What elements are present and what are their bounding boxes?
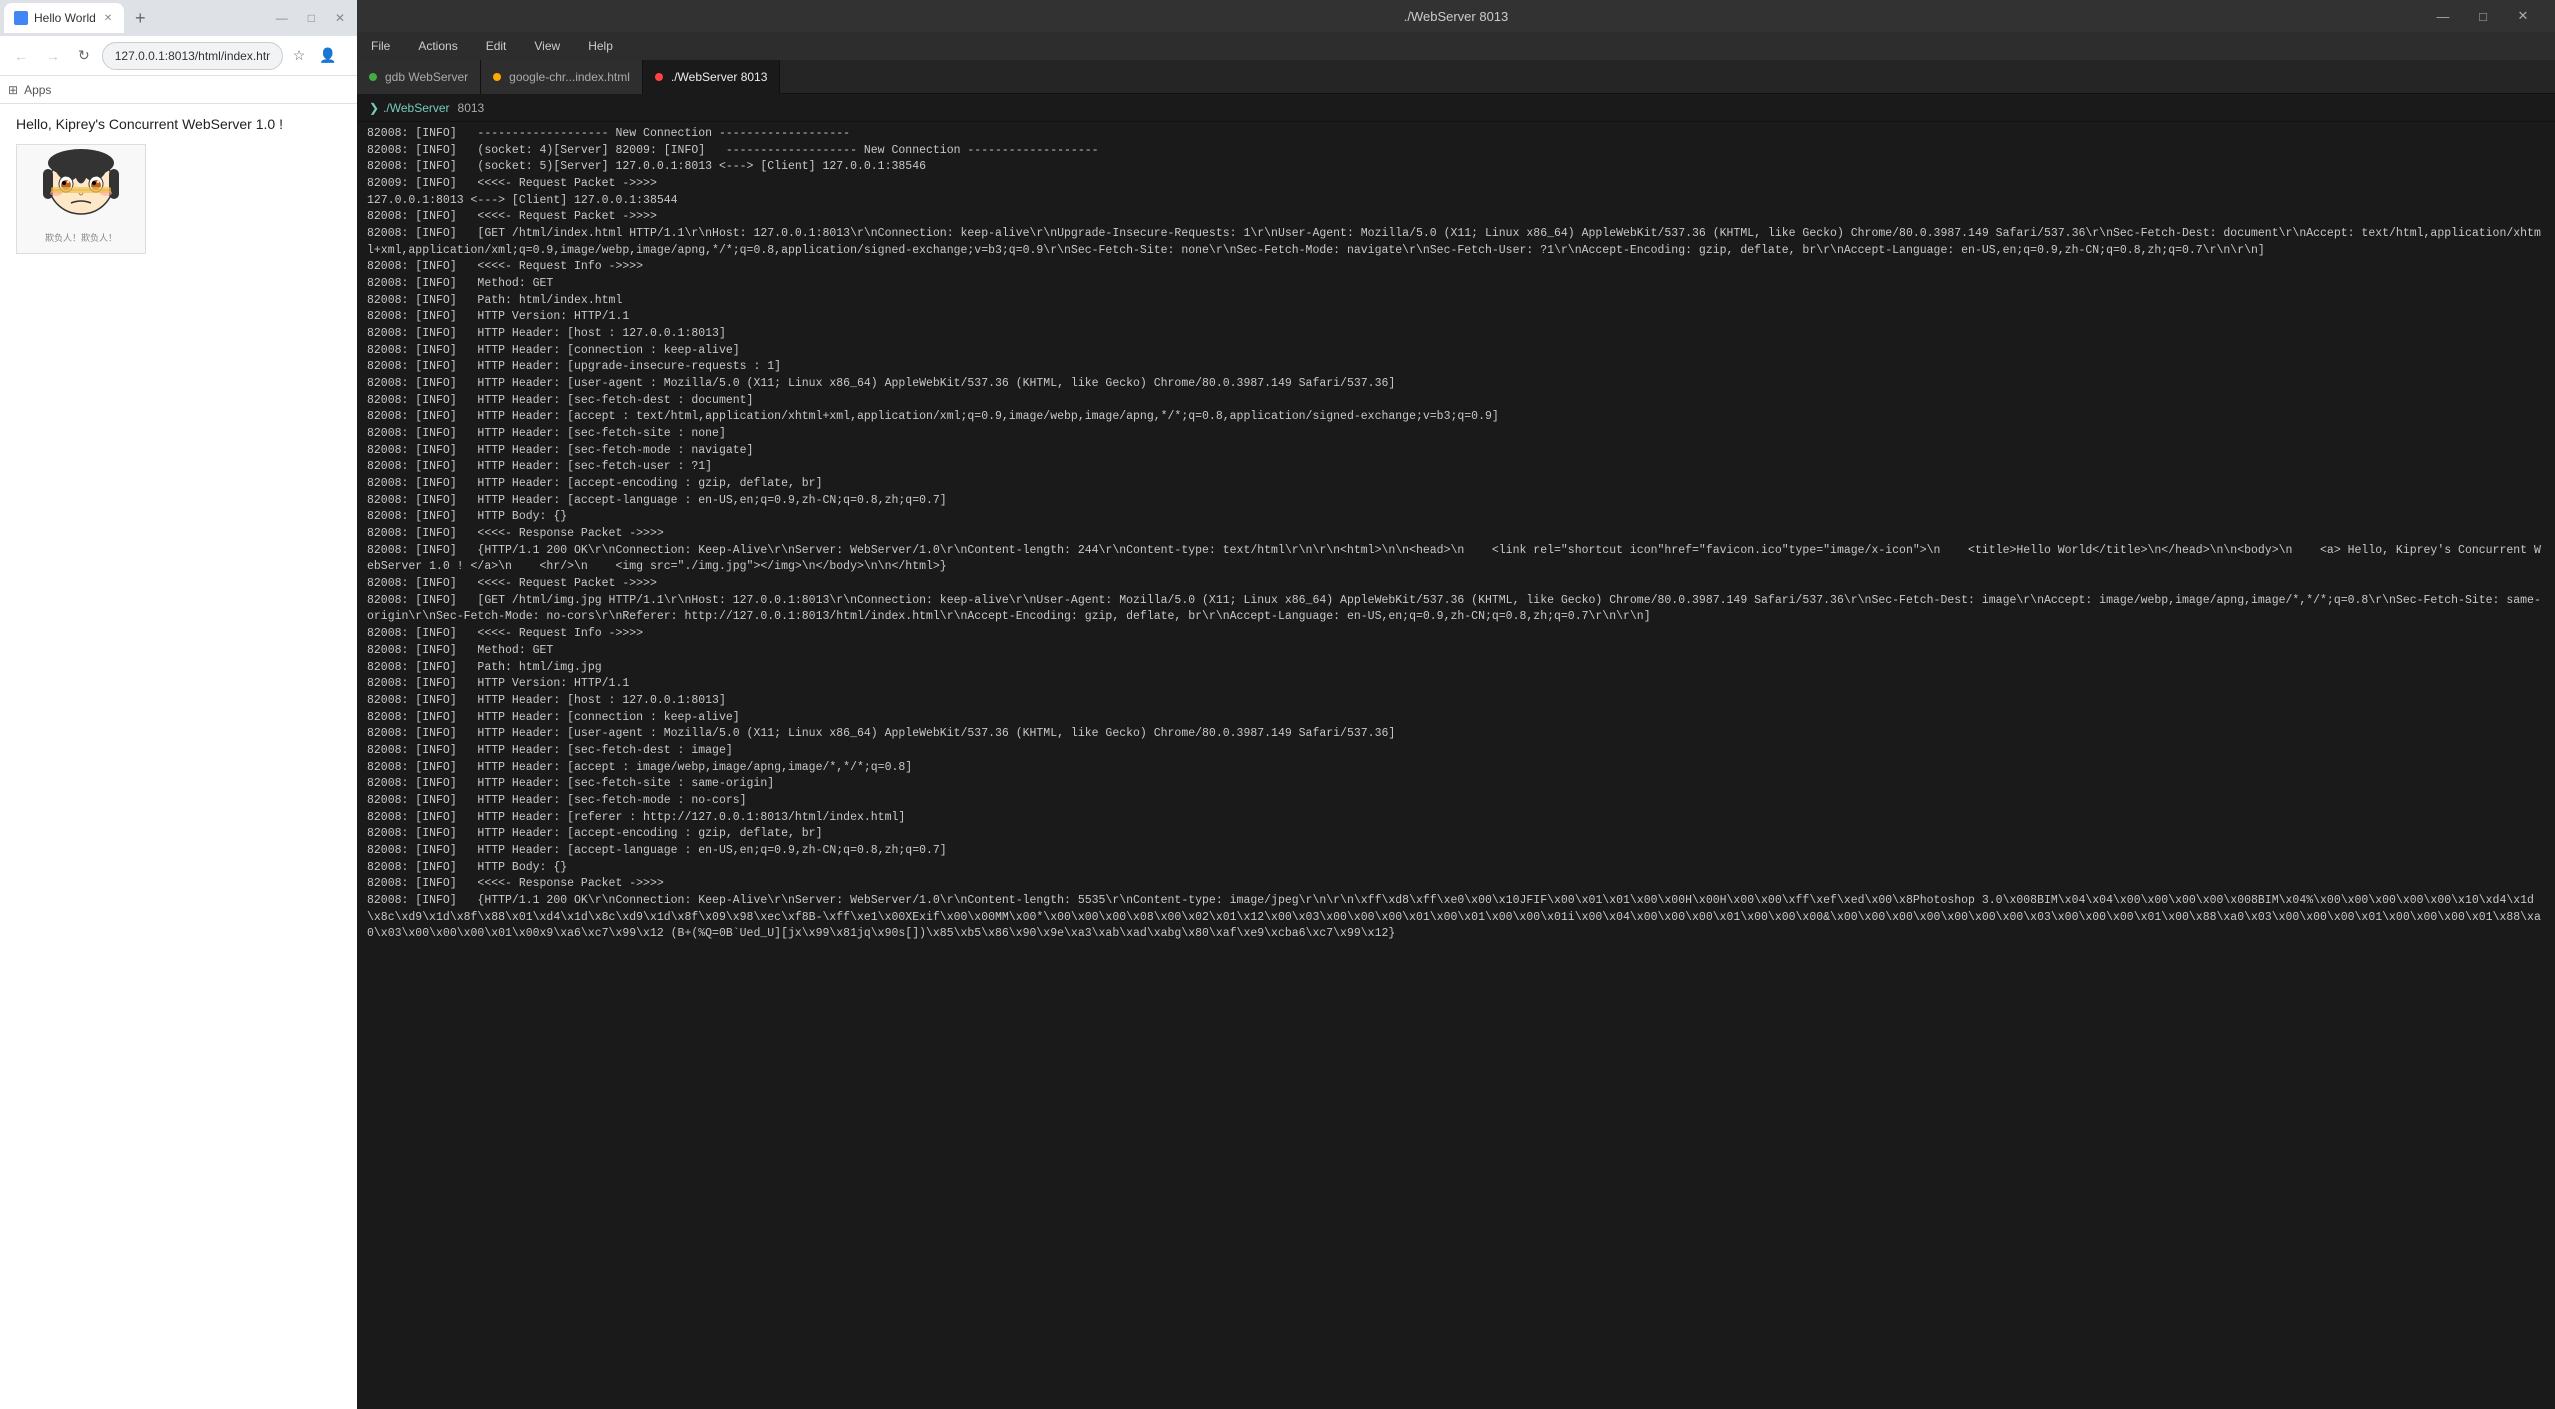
anime-avatar: 欺负人！欺负人！ xyxy=(16,144,146,254)
forward-button[interactable]: → xyxy=(40,44,66,68)
browser-panel: Hello World ✕ + — □ ✕ ← → ↻ ☆ 👤 ⋮ xyxy=(0,0,357,1409)
browser-tab-hello-world[interactable]: Hello World ✕ xyxy=(4,3,124,33)
browser-nav-bar: ← → ↻ ☆ 👤 ⋮ xyxy=(0,36,357,76)
terminal-window-title: ./WebServer 8013 xyxy=(1404,9,1509,24)
tab-indicator-chrome xyxy=(493,73,501,81)
prompt-icon: ❯ xyxy=(369,101,379,115)
terminal-menu-bar: File Actions Edit View Help xyxy=(357,32,2555,60)
menu-help[interactable]: Help xyxy=(582,37,619,55)
browser-content: Hello, Kiprey's Concurrent WebServer 1.0… xyxy=(0,104,357,1409)
browser-maximize-button[interactable]: □ xyxy=(300,9,323,27)
terminal-title-bar: ./WebServer 8013 — □ ✕ xyxy=(357,0,2555,32)
tab-favicon xyxy=(14,11,28,25)
terminal-tab-chrome[interactable]: google-chr...index.html xyxy=(481,60,643,94)
terminal-window-controls: — □ ✕ xyxy=(2423,0,2543,32)
page-greeting: Hello, Kiprey's Concurrent WebServer 1.0… xyxy=(16,116,341,132)
new-tab-button[interactable]: + xyxy=(126,4,154,32)
terminal-port: 8013 xyxy=(458,101,485,115)
apps-grid-icon[interactable]: ⊞ xyxy=(8,83,18,97)
terminal-tab-chrome-label: google-chr...index.html xyxy=(509,70,630,84)
tab-indicator-webserver xyxy=(655,73,663,81)
terminal-tab-gdb-label: gdb WebServer xyxy=(385,70,468,84)
menu-edit[interactable]: Edit xyxy=(480,37,513,55)
svg-text:欺负人！欺负人！: 欺负人！欺负人！ xyxy=(45,232,117,243)
terminal-minimize-button[interactable]: — xyxy=(2423,0,2463,32)
apps-label: Apps xyxy=(24,83,51,97)
browser-minimize-button[interactable]: — xyxy=(268,9,296,27)
bookmark-icon[interactable]: ☆ xyxy=(289,43,310,68)
tab-close-button[interactable]: ✕ xyxy=(102,11,114,26)
apps-bar: ⊞ Apps xyxy=(0,76,357,104)
browser-close-button[interactable]: ✕ xyxy=(327,9,353,27)
terminal-tab-webserver[interactable]: ./WebServer 8013 xyxy=(643,60,781,94)
browser-tab-bar: Hello World ✕ + — □ ✕ xyxy=(0,0,357,36)
tab-indicator-gdb xyxy=(369,73,377,81)
url-bar[interactable] xyxy=(102,42,283,70)
terminal-panel: ./WebServer 8013 — □ ✕ File Actions Edit… xyxy=(357,0,2555,1409)
terminal-cwd: ./WebServer xyxy=(383,101,449,115)
terminal-prompt-bar: ❯ ./WebServer 8013 xyxy=(357,94,2555,122)
menu-view[interactable]: View xyxy=(528,37,566,55)
terminal-maximize-button[interactable]: □ xyxy=(2463,0,2503,32)
menu-file[interactable]: File xyxy=(365,37,396,55)
menu-actions[interactable]: Actions xyxy=(412,37,463,55)
terminal-tabs-bar: gdb WebServer google-chr...index.html ./… xyxy=(357,60,2555,94)
back-button[interactable]: ← xyxy=(8,44,34,68)
browser-window-controls: — □ ✕ xyxy=(268,9,353,27)
terminal-tab-gdb[interactable]: gdb WebServer xyxy=(357,60,481,94)
user-icon[interactable]: 👤 xyxy=(315,43,340,68)
tab-title: Hello World xyxy=(34,11,96,25)
reload-button[interactable]: ↻ xyxy=(72,43,96,68)
terminal-tab-webserver-label: ./WebServer 8013 xyxy=(671,70,768,84)
terminal-log-body[interactable]: 82008: [INFO] ------------------- New Co… xyxy=(357,122,2555,1409)
terminal-close-button[interactable]: ✕ xyxy=(2503,0,2543,32)
